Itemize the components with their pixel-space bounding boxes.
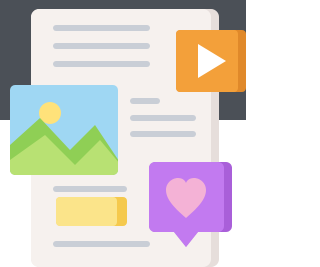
image-icon [10,85,118,175]
text-line [53,43,150,49]
text-line [130,115,196,121]
text-line [53,241,150,247]
text-line [53,25,150,31]
play-icon [176,30,246,92]
label-icon [56,197,127,226]
text-line [53,61,150,67]
content-illustration [0,0,246,267]
illustration-canvas [10,9,246,267]
text-line [130,131,196,137]
text-line [130,98,160,104]
text-line [53,186,127,192]
